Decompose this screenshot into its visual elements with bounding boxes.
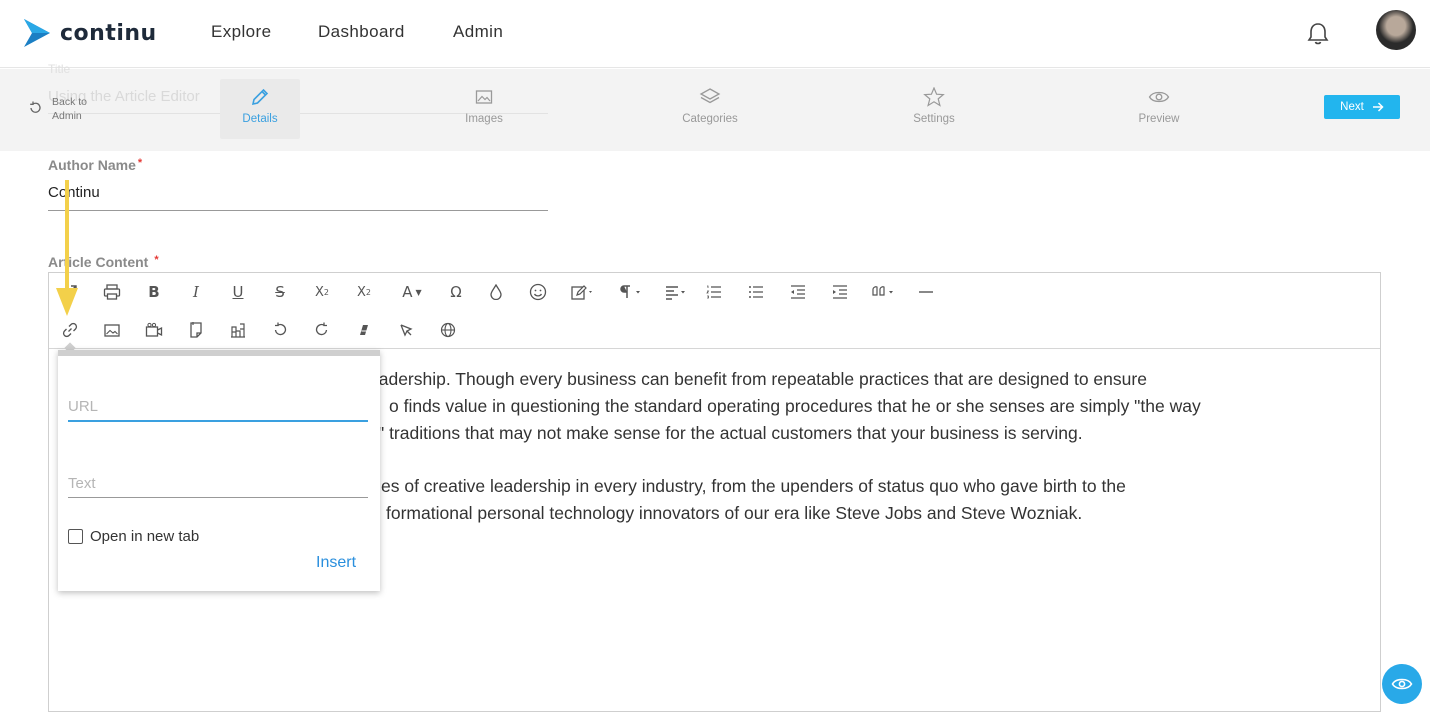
required-asterisk: *	[154, 254, 159, 266]
user-avatar[interactable]	[1376, 10, 1416, 50]
ghost-title-label: Title	[48, 62, 71, 76]
paragraph-format-icon[interactable]	[617, 282, 647, 302]
nav-dashboard[interactable]: Dashboard	[318, 22, 405, 42]
star-icon	[923, 87, 945, 107]
logo-arrow-icon	[24, 19, 50, 47]
step-preview-label: Preview	[1138, 113, 1180, 125]
quote-icon[interactable]	[869, 282, 901, 302]
emoticon-icon[interactable]	[527, 282, 549, 302]
arrow-right-icon	[1372, 102, 1384, 112]
bold-icon[interactable]: B	[143, 282, 165, 302]
open-in-new-tab-option[interactable]: Open in new tab	[68, 528, 199, 545]
next-button-label: Next	[1340, 101, 1364, 113]
author-name-underline	[48, 210, 548, 211]
undo-icon[interactable]	[269, 320, 291, 340]
open-in-new-tab-checkbox[interactable]	[68, 529, 83, 544]
back-to-admin-button[interactable]: Back to Admin	[28, 95, 112, 123]
indent-icon[interactable]	[829, 282, 851, 302]
subscript-icon[interactable]: X2	[311, 282, 333, 302]
step-categories-label: Categories	[682, 113, 738, 125]
nav-admin[interactable]: Admin	[453, 22, 503, 42]
step-images[interactable]: Images	[444, 79, 524, 139]
open-in-new-tab-label: Open in new tab	[90, 528, 200, 545]
step-details[interactable]: Details	[220, 79, 300, 139]
font-size-icon[interactable]: A ▼	[395, 282, 429, 302]
insert-image-icon[interactable]	[101, 320, 123, 340]
annotation-arrow-icon	[56, 180, 78, 316]
author-name-label-text: Author Name	[48, 157, 136, 173]
layers-icon	[699, 88, 721, 104]
editor-toolbar-row-1: B I U S X2 X2 A ▼ Ω	[49, 273, 1380, 311]
continu-logo[interactable]: continu	[22, 18, 157, 48]
eye-icon	[1391, 678, 1413, 690]
clear-formatting-icon[interactable]	[353, 320, 375, 340]
outdent-icon[interactable]	[787, 282, 809, 302]
unordered-list-icon[interactable]	[745, 282, 767, 302]
url-input[interactable]	[68, 392, 368, 422]
edit-box-icon[interactable]	[569, 282, 597, 302]
html-view-icon[interactable]	[437, 320, 459, 340]
insert-file-icon[interactable]	[185, 320, 207, 340]
nav-explore[interactable]: Explore	[211, 22, 271, 42]
step-images-label: Images	[465, 113, 503, 125]
insert-link-icon[interactable]	[59, 320, 81, 340]
preview-fab-button[interactable]	[1382, 664, 1422, 704]
insert-table-icon[interactable]	[227, 320, 249, 340]
select-all-icon[interactable]	[395, 320, 417, 340]
step-preview[interactable]: Preview	[1119, 79, 1199, 139]
redo-icon[interactable]	[311, 320, 333, 340]
author-name-label: Author Name *	[48, 157, 142, 173]
color-drop-icon[interactable]	[485, 282, 507, 302]
image-icon	[475, 90, 493, 104]
superscript-icon[interactable]: X2	[353, 282, 375, 302]
step-details-label: Details	[242, 113, 278, 125]
horizontal-line-icon[interactable]	[915, 282, 937, 302]
step-categories[interactable]: Categories	[670, 79, 750, 139]
bell-icon[interactable]	[1306, 21, 1330, 47]
pencil-icon	[251, 88, 269, 106]
back-to-admin-label: Back to Admin	[52, 96, 88, 122]
next-button[interactable]: Next	[1324, 95, 1400, 119]
step-settings[interactable]: Settings	[894, 79, 974, 139]
strikethrough-icon[interactable]: S	[269, 282, 291, 302]
insert-link-button[interactable]: Insert	[316, 554, 356, 572]
required-asterisk: *	[137, 157, 143, 169]
align-icon[interactable]	[663, 282, 691, 302]
insert-video-icon[interactable]	[143, 320, 165, 340]
top-navbar: continu Explore Dashboard Admin	[0, 0, 1430, 68]
ordered-list-icon[interactable]	[703, 282, 725, 302]
eye-icon	[1148, 91, 1170, 103]
link-text-input[interactable]	[68, 470, 368, 498]
undo-icon	[30, 101, 41, 113]
logo-text: continu	[60, 20, 157, 46]
editor-toolbar-row-2	[49, 311, 1380, 349]
print-icon[interactable]	[101, 282, 123, 302]
insert-link-popup: Open in new tab Insert	[58, 350, 380, 591]
special-character-icon[interactable]: Ω	[445, 282, 467, 302]
step-settings-label: Settings	[913, 113, 955, 125]
italic-icon[interactable]: I	[185, 282, 207, 302]
underline-icon[interactable]: U	[227, 282, 249, 302]
